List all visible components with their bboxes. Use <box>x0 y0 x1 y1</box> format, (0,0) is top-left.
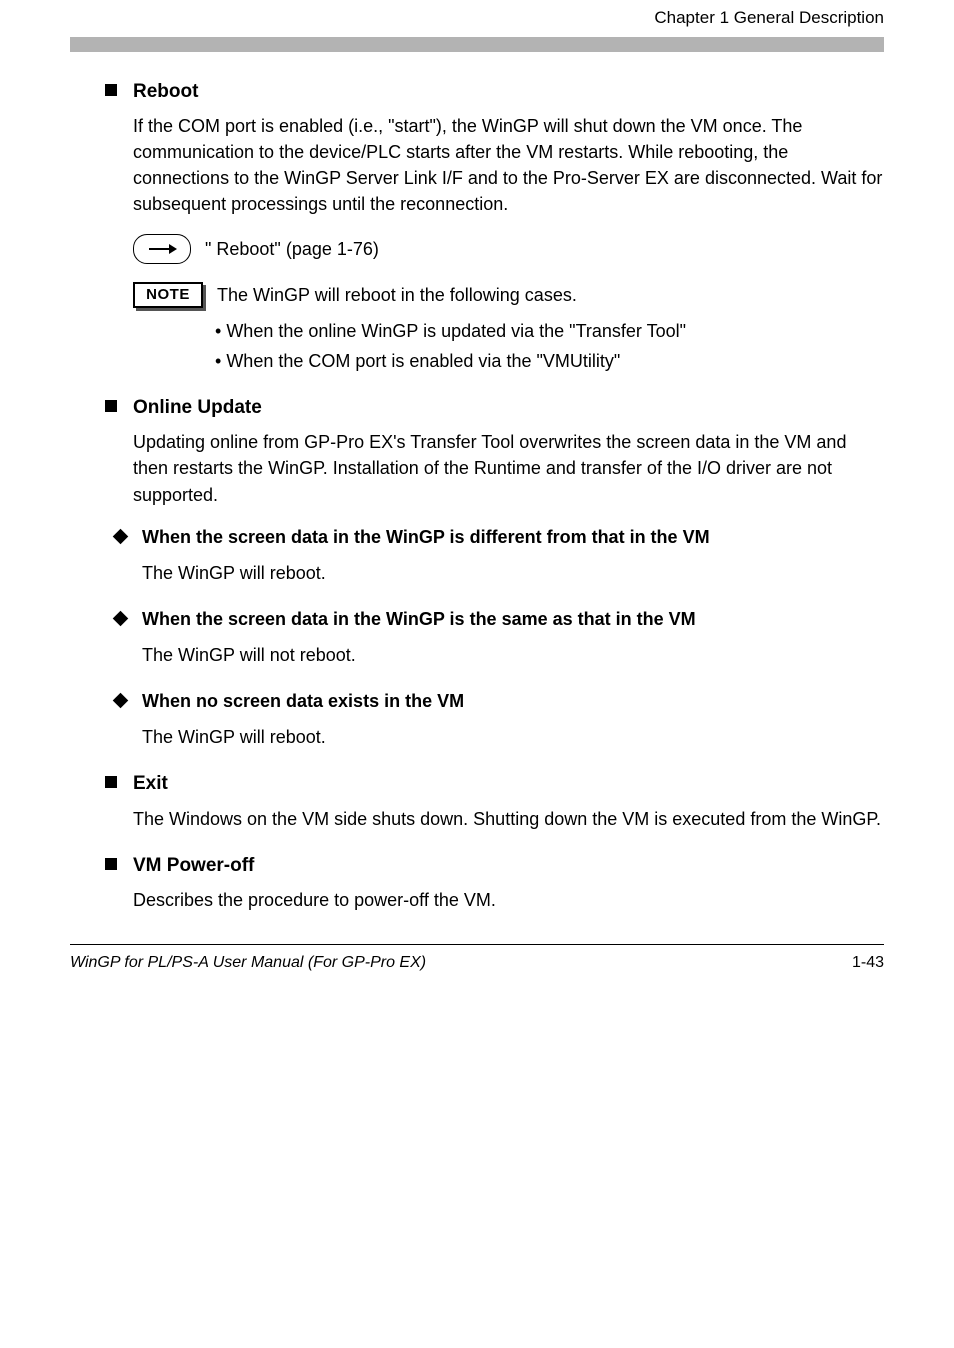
diamond-bullet-icon <box>113 528 129 544</box>
diamond-bullet-icon <box>113 693 129 709</box>
square-bullet-icon <box>105 400 117 412</box>
diamond-bullet-icon <box>113 611 129 627</box>
note-lead: The WinGP will reboot in the following c… <box>217 282 884 308</box>
square-bullet-icon <box>105 84 117 96</box>
subsection-body: The WinGP will not reboot. <box>142 642 884 668</box>
note-bullet-item: • When the online WinGP is updated via t… <box>215 318 884 344</box>
header-rule <box>70 37 884 52</box>
section-body-exit: The Windows on the VM side shuts down. S… <box>133 806 884 832</box>
section-title-reboot: Reboot <box>133 78 198 106</box>
section-body-vm-poweroff: Describes the procedure to power-off the… <box>133 887 884 913</box>
page-number: 1-43 <box>852 951 884 974</box>
section-title-online-update: Online Update <box>133 394 262 422</box>
reference-text: " Reboot" (page 1-76) <box>205 236 379 262</box>
note-icon: NOTE <box>133 282 203 308</box>
section-body-reboot: If the COM port is enabled (i.e., "start… <box>133 113 884 217</box>
square-bullet-icon <box>105 776 117 788</box>
section-title-vm-poweroff: VM Power-off <box>133 852 254 880</box>
note-label: NOTE <box>133 282 203 308</box>
subsection-body: The WinGP will reboot. <box>142 560 884 586</box>
subsection-title: When the screen data in the WinGP is dif… <box>142 524 710 550</box>
section-body-online-update: Updating online from GP-Pro EX's Transfe… <box>133 429 884 507</box>
reference-arrow-icon <box>133 234 191 264</box>
subsection-title: When no screen data exists in the VM <box>142 688 464 714</box>
chapter-label: Chapter 1 General Description <box>70 6 884 31</box>
subsection-title: When the screen data in the WinGP is the… <box>142 606 696 632</box>
note-bullet-item: • When the COM port is enabled via the "… <box>215 348 884 374</box>
subsection-body: The WinGP will reboot. <box>142 724 884 750</box>
section-title-exit: Exit <box>133 770 168 798</box>
footer-manual-title: WinGP for PL/PS-A User Manual (For GP-Pr… <box>70 951 426 974</box>
square-bullet-icon <box>105 858 117 870</box>
